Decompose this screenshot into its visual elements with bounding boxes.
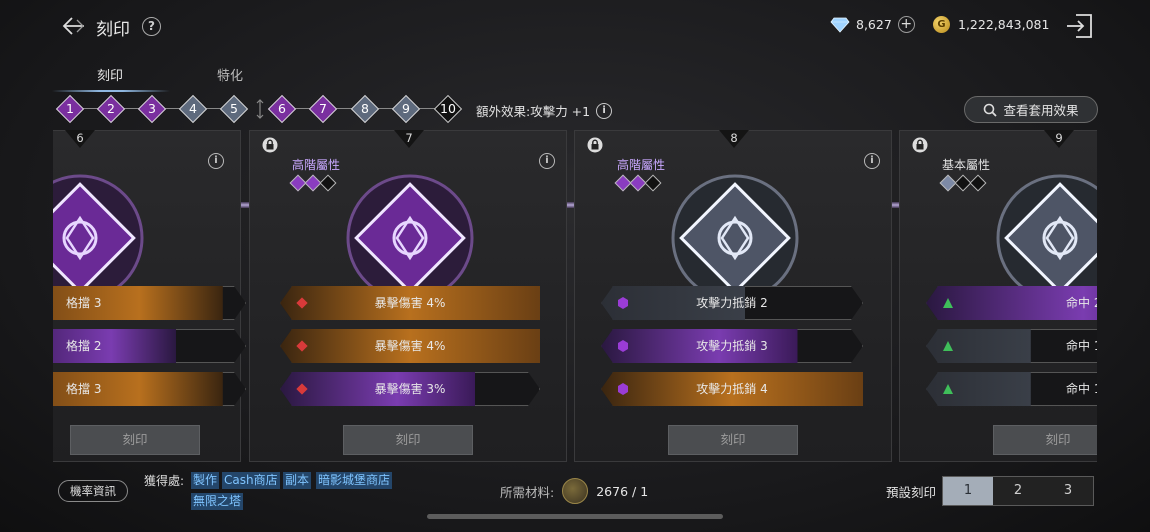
source-link-cash-shop[interactable]: Cash商店: [222, 472, 280, 489]
search-icon: [984, 103, 998, 117]
option-row[interactable]: 暴擊傷害 3%: [280, 372, 540, 406]
step-9[interactable]: 9: [391, 94, 421, 124]
active-tab-indicator: [52, 90, 170, 92]
preset-label: 預設刻印: [886, 484, 937, 500]
gold-coin-icon: G: [933, 16, 950, 33]
preset-1-button[interactable]: 1: [943, 477, 994, 505]
top-bar: 刻印 ? 8,627 + G 1,222,843,081: [0, 0, 1150, 52]
option-row[interactable]: 攻擊力抵銷 3: [601, 329, 863, 363]
option-row[interactable]: 命中 1: [926, 329, 1097, 363]
engrave-stone-icon: [562, 478, 589, 504]
engrave-button[interactable]: 刻印: [993, 425, 1097, 455]
preset-engrave: 預設刻印 1 2 3: [886, 476, 1095, 506]
probability-info-button[interactable]: 機率資訊: [58, 480, 128, 502]
step-3[interactable]: 3: [137, 94, 167, 124]
view-applied-effects-button[interactable]: 查看套用效果: [964, 96, 1098, 123]
extra-effect: 額外效果:攻擊力 +1 i: [476, 101, 613, 120]
bottom-bar: 機率資訊 獲得處: 製作 Cash商店 副本 暗影城堡商店 無限之塔 所需材料:…: [0, 466, 1150, 532]
option-row[interactable]: 命中 2: [926, 286, 1097, 320]
engrave-card-7[interactable]: 7 i 高階屬性 暴擊傷害 4% 暴擊傷害 4% 暴擊傷害 3% 刻印: [249, 130, 567, 462]
obtain-label: 獲得處:: [144, 474, 185, 488]
help-icon[interactable]: ?: [142, 17, 161, 36]
tier-gems: [289, 174, 337, 192]
engrave-button[interactable]: 刻印: [668, 425, 798, 455]
gold-amount: 1,222,843,081: [958, 17, 1050, 32]
preset-3-button[interactable]: 3: [1043, 477, 1094, 505]
lock-icon[interactable]: [587, 137, 603, 153]
tab-specialize[interactable]: 特化: [217, 65, 243, 84]
step-7[interactable]: 7: [308, 94, 338, 124]
step-2[interactable]: 2: [96, 94, 126, 124]
card-number: 6: [65, 130, 95, 148]
link-chain-icon: [256, 99, 264, 119]
lock-icon[interactable]: [912, 137, 928, 153]
card-number: 9: [1044, 130, 1074, 148]
required-material: 所需材料: 2676 / 1: [500, 478, 648, 504]
option-row[interactable]: 命中 1: [926, 372, 1097, 406]
option-row[interactable]: 格擋 3: [53, 286, 246, 320]
tier-gems: [614, 174, 662, 192]
add-diamond-button[interactable]: +: [897, 16, 915, 33]
step-6[interactable]: 6: [267, 94, 297, 124]
engrave-cards: 6 i 格擋 3 格擋 2 格擋 3 刻印 7 i 高階屬性 暴擊傷害 4% 暴…: [53, 130, 1097, 462]
engrave-button[interactable]: 刻印: [70, 425, 200, 455]
option-row[interactable]: 攻擊力抵銷 2: [601, 286, 863, 320]
card-info-icon[interactable]: i: [864, 153, 880, 169]
diamond-amount: 8,627: [856, 17, 892, 32]
step-4[interactable]: 4: [178, 94, 208, 124]
diamond-icon: [830, 17, 850, 33]
preset-selector: 1 2 3: [942, 476, 1095, 506]
tab-engrave[interactable]: 刻印: [97, 65, 123, 84]
source-link-shadow-castle-shop[interactable]: 暗影城堡商店: [316, 472, 393, 489]
source-link-craft[interactable]: 製作: [191, 472, 220, 489]
card-info-icon[interactable]: i: [208, 153, 224, 169]
source-link-dungeon[interactable]: 副本: [283, 472, 312, 489]
back-arrow-icon[interactable]: [58, 12, 88, 40]
diamond-currency: 8,627 +: [830, 16, 915, 33]
source-link-infinite-tower[interactable]: 無限之塔: [191, 493, 244, 510]
step-8[interactable]: 8: [350, 94, 380, 124]
step-1[interactable]: 1: [55, 94, 85, 124]
info-icon[interactable]: i: [596, 102, 613, 119]
tier-gems: [939, 174, 987, 192]
card-info-icon[interactable]: i: [539, 153, 555, 169]
card-number: 7: [394, 130, 424, 148]
material-label: 所需材料:: [500, 484, 555, 500]
engrave-card-8[interactable]: 8 i 高階屬性 攻擊力抵銷 2 攻擊力抵銷 3 攻擊力抵銷 4 刻印: [574, 130, 892, 462]
lock-icon[interactable]: [262, 137, 278, 153]
home-indicator[interactable]: [427, 514, 723, 519]
step-5[interactable]: 5: [219, 94, 249, 124]
exit-icon[interactable]: [1064, 12, 1094, 40]
material-count: 2676 / 1: [596, 483, 649, 499]
engrave-card-6[interactable]: 6 i 格擋 3 格擋 2 格擋 3 刻印: [53, 130, 241, 462]
engrave-card-9[interactable]: 9 基本屬性 命中 2 命中 1 命中 1 刻印: [899, 130, 1097, 462]
tab-bar: 刻印 特化: [52, 62, 302, 92]
step-10[interactable]: 10: [433, 94, 463, 124]
engrave-button[interactable]: 刻印: [343, 425, 473, 455]
extra-effect-text: 額外效果:攻擊力 +1: [476, 104, 591, 119]
view-applied-effects-label: 查看套用效果: [1003, 103, 1079, 118]
option-row[interactable]: 暴擊傷害 4%: [280, 329, 540, 363]
page-title: 刻印: [96, 20, 130, 40]
preset-2-button[interactable]: 2: [993, 477, 1044, 505]
card-number: 8: [719, 130, 749, 148]
option-row[interactable]: 格擋 2: [53, 329, 246, 363]
gold-currency: G 1,222,843,081: [933, 16, 1049, 33]
option-row[interactable]: 暴擊傷害 4%: [280, 286, 540, 320]
option-row[interactable]: 格擋 3: [53, 372, 246, 406]
option-row[interactable]: 攻擊力抵銷 4: [601, 372, 863, 406]
engrave-step-track: 1 2 3 4 5 6 7 8 9 10: [55, 94, 466, 124]
